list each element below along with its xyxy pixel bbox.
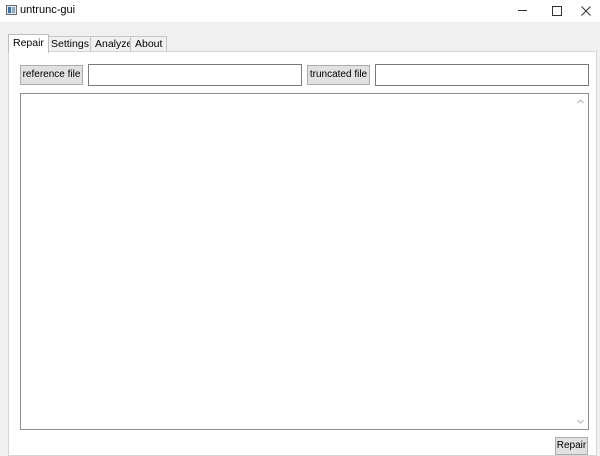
repair-button[interactable]: Repair xyxy=(555,437,588,455)
reference-file-input[interactable] xyxy=(88,64,302,86)
tab-repair[interactable]: Repair xyxy=(8,34,49,53)
close-button[interactable] xyxy=(572,0,600,22)
log-output[interactable] xyxy=(20,93,589,430)
minimize-button[interactable] xyxy=(504,0,540,22)
truncated-file-input[interactable] xyxy=(375,64,589,86)
tab-about[interactable]: About xyxy=(130,36,168,52)
tab-settings[interactable]: Settings xyxy=(46,36,94,52)
truncated-file-button[interactable]: truncated file xyxy=(307,65,370,85)
window-title: untrunc-gui xyxy=(20,4,76,16)
title-bar[interactable]: untrunc-gui xyxy=(0,0,600,22)
chevron-down-icon[interactable] xyxy=(576,417,585,426)
maximize-button[interactable] xyxy=(538,0,574,22)
vertical-scrollbar[interactable] xyxy=(573,94,588,429)
app-icon xyxy=(6,5,17,15)
close-icon xyxy=(581,6,591,16)
chevron-up-icon[interactable] xyxy=(576,97,585,106)
repair-pane: reference file truncated file Repair xyxy=(8,51,597,456)
reference-file-button[interactable]: reference file xyxy=(20,65,83,85)
